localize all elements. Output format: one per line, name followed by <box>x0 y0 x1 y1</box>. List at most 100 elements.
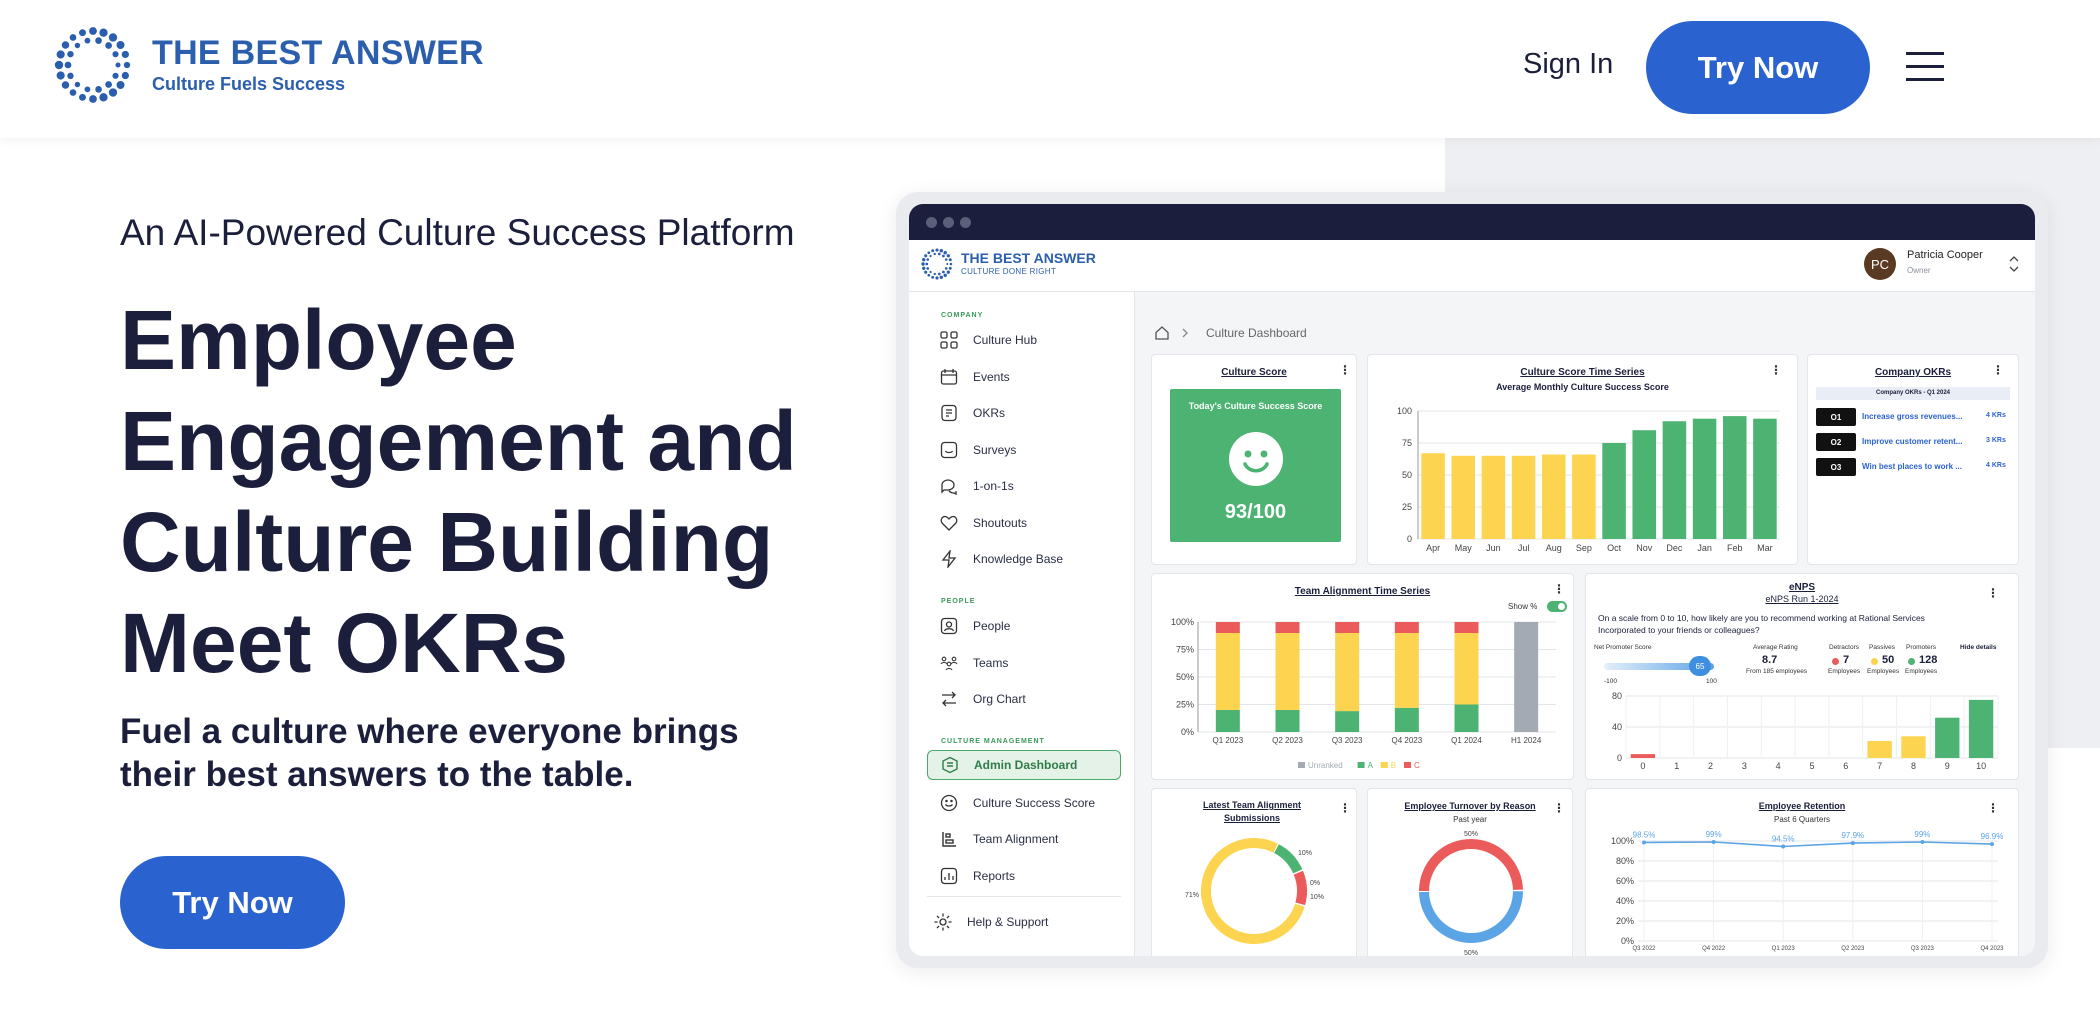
enps-card: eNPS eNPS Run 1-2024 ⋮ On a scale from 0… <box>1585 573 2019 780</box>
x-tick-label: 5 <box>1809 761 1814 771</box>
okr-id-badge: O2 <box>1816 433 1856 451</box>
logo-dot <box>927 273 931 277</box>
bar <box>1421 453 1445 539</box>
logo-dot <box>924 270 928 274</box>
employees-label: Employees <box>1828 668 1861 675</box>
sidebar-item-surveys[interactable]: Surveys <box>927 435 1121 465</box>
hide-details-link[interactable]: Hide details <box>1960 644 1996 651</box>
enps-distribution-bar-chart: 0 40 80 0 1 2 3 4 5 6 7 8 9 10 <box>1612 691 1999 771</box>
more-options-icon[interactable]: ⋮ <box>1987 802 1999 814</box>
slice-label: 10% <box>1310 894 1324 901</box>
passives-value: 50 <box>1882 654 1895 666</box>
app-logo-icon[interactable] <box>921 248 953 280</box>
stacked-bar-segment <box>1275 633 1300 710</box>
okr-period-header: Company OKRs - Q1 2024 <box>1816 387 2010 400</box>
enps-run[interactable]: eNPS Run 1-2024 <box>1586 594 2018 604</box>
more-options-icon[interactable]: ⋮ <box>1987 587 1999 599</box>
logo-dot <box>946 262 949 266</box>
stacked-bar-segment <box>1454 622 1479 633</box>
user-menu-chevron-icon[interactable] <box>2009 254 2019 274</box>
window-titlebar <box>909 204 2035 240</box>
sidebar-item-okrs[interactable]: OKRs <box>927 398 1121 428</box>
card-title: Employee Turnover by Reason <box>1404 801 1536 811</box>
hamburger-menu-icon[interactable] <box>1906 52 1944 82</box>
more-options-icon[interactable]: ⋮ <box>1339 364 1351 376</box>
sidebar-item-teams[interactable]: Teams <box>927 648 1121 678</box>
sidebar-item-label: Org Chart <box>973 692 1026 706</box>
x-tick-label: Mar <box>1757 543 1773 553</box>
y-tick-label: 75% <box>1176 645 1194 655</box>
sidebar-item-team-alignment[interactable]: Team Alignment <box>927 824 1121 854</box>
logo-dot <box>121 71 129 80</box>
logo-dot <box>948 258 952 262</box>
sidebar-item-culture-hub[interactable]: Culture Hub <box>927 325 1121 355</box>
heart-icon <box>939 513 959 533</box>
more-options-icon[interactable]: ⋮ <box>1553 802 1565 814</box>
okr-id-badge: O3 <box>1816 458 1856 476</box>
more-options-icon[interactable]: ⋮ <box>1553 583 1565 595</box>
sidebar-item-label: Reports <box>973 869 1016 883</box>
avg-rating-sub: From 185 employees <box>1746 668 1808 675</box>
sidebar-item-label: Events <box>973 370 1010 384</box>
slice-label: 50% <box>1464 831 1478 838</box>
okr-row[interactable]: O3 Win best places to work ... 4 KRs <box>1816 458 2012 476</box>
brand-logo-icon[interactable] <box>54 26 132 104</box>
okr-kr-count: 4 KRs <box>1986 412 2006 419</box>
x-tick-label: 9 <box>1945 761 1950 771</box>
data-label: 97.9% <box>1841 831 1864 840</box>
show-percent-toggle[interactable] <box>1547 601 1567 612</box>
logo-dot <box>944 258 948 261</box>
sidebar-item-knowledge-base[interactable]: Knowledge Base <box>927 544 1121 574</box>
okr-row[interactable]: O2 Improve customer retent... 3 KRs <box>1816 433 2012 451</box>
detractors-dot <box>1832 658 1839 665</box>
user-name: Patricia Cooper <box>1907 249 1983 261</box>
sidebar-item-culture-success-score[interactable]: Culture Success Score <box>927 788 1121 818</box>
more-options-icon[interactable]: ⋮ <box>1992 364 2004 376</box>
logo-dot <box>115 62 121 68</box>
avg-rating-label: Average Rating <box>1753 644 1798 651</box>
team-alignment-time-series-card: Team Alignment Time Series ⋮ Show % 0% 25… <box>1151 573 1574 780</box>
sidebar-item-1-on-1s[interactable]: 1-on-1s <box>927 471 1121 501</box>
brand-tagline: Culture Fuels Success <box>152 74 346 94</box>
culture-score-bar-chart: 0 25 50 75 100 Apr May Jun Jul Aug Sep Oct Nov Dec Jan… <box>1397 406 1780 553</box>
x-tick-label: Sep <box>1576 543 1592 553</box>
data-label: 99% <box>1706 830 1722 839</box>
culture-score-value: 93/100 <box>1224 501 1287 523</box>
chart-subtitle: Average Monthly Culture Success Score <box>1496 382 1669 392</box>
question-line: On a scale from 0 to 10, how likely are … <box>1598 613 1925 623</box>
sidebar-item-shoutouts[interactable]: Shoutouts <box>927 508 1121 538</box>
nps-range-max: 100 <box>1706 678 1717 685</box>
help-and-support-link[interactable]: Help & Support <box>921 907 1115 937</box>
x-tick-label: 2 <box>1708 761 1713 771</box>
okr-row[interactable]: O1 Increase gross revenues... 4 KRs <box>1816 408 2012 426</box>
try-now-hero-button[interactable]: Try Now <box>120 856 345 949</box>
x-tick-label: Q3 2022 <box>1632 946 1656 952</box>
legend-swatch <box>1357 762 1365 768</box>
try-now-header-button[interactable]: Try Now <box>1646 21 1870 114</box>
logo-dot <box>939 275 944 279</box>
sidebar-divider <box>927 896 1121 897</box>
sidebar-item-org-chart[interactable]: Org Chart <box>927 684 1121 714</box>
score-box-label: Today's Culture Success Score <box>1188 401 1323 411</box>
brand-title[interactable]: THE BEST ANSWER <box>152 34 484 73</box>
x-tick-label: H1 2024 <box>1511 736 1542 745</box>
more-options-icon[interactable]: ⋮ <box>1770 364 1782 376</box>
logo-dot <box>61 41 70 49</box>
sidebar-item-events[interactable]: Events <box>927 362 1121 392</box>
logo-dot <box>105 81 112 88</box>
sidebar-item-admin-dashboard[interactable]: Admin Dashboard <box>927 750 1121 780</box>
home-icon[interactable] <box>1154 325 1170 341</box>
logo-dot <box>56 71 65 80</box>
sidebar-item-reports[interactable]: Reports <box>927 861 1121 891</box>
avatar[interactable]: PC <box>1864 248 1896 280</box>
x-tick-label: Feb <box>1727 543 1743 553</box>
sidebar-item-label: Culture Success Score <box>973 796 1096 810</box>
sidebar-item-people[interactable]: People <box>927 611 1121 641</box>
more-options-icon[interactable]: ⋮ <box>1339 802 1351 814</box>
window-dot <box>943 217 954 228</box>
y-tick-label: 25 <box>1402 502 1412 512</box>
stacked-bar-segment <box>1454 704 1479 732</box>
logo-dot <box>935 248 939 252</box>
sign-in-link[interactable]: Sign In <box>1523 48 1613 81</box>
x-tick-label: 8 <box>1911 761 1916 771</box>
